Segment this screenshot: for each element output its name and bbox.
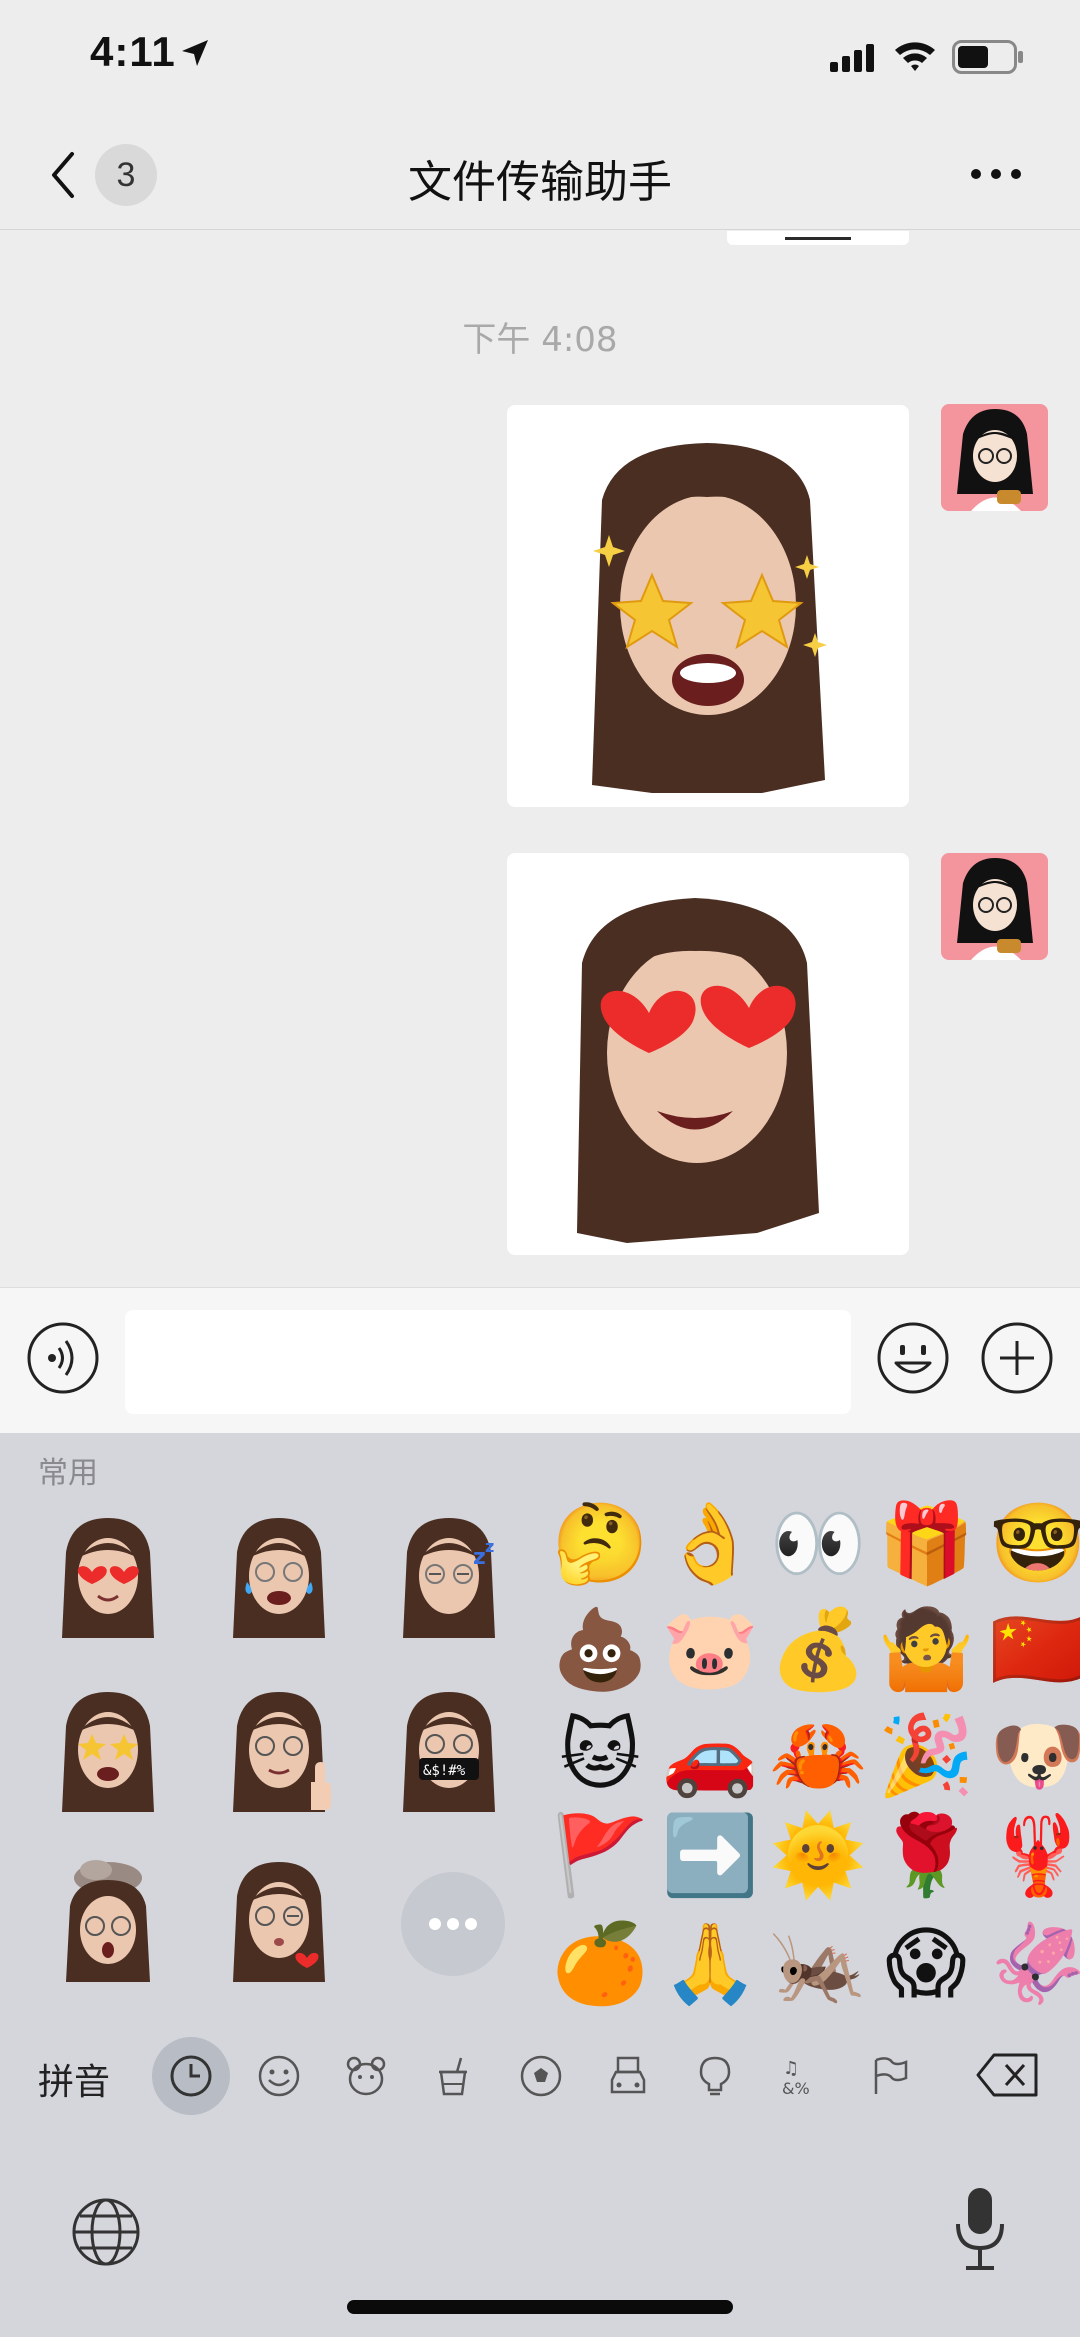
svg-text:&%: &%	[782, 2079, 810, 2098]
memoji-heart-eyes-sticker	[577, 898, 819, 1243]
category-travel[interactable]	[589, 2037, 667, 2115]
home-indicator	[347, 2300, 733, 2314]
memoji-thumbs-up[interactable]	[223, 1686, 335, 1816]
category-food[interactable]	[414, 2037, 492, 2115]
avatar-illustration	[957, 858, 1033, 960]
globe-icon[interactable]	[70, 2196, 142, 2268]
emoji-nerd[interactable]: 🤓	[988, 1494, 1080, 1594]
emoji-crab[interactable]: 🦀	[768, 1706, 868, 1806]
memoji-star-eyes-sticker	[592, 443, 827, 793]
previous-message-line	[785, 237, 851, 240]
memoji-cursing[interactable]: &$!#%	[393, 1686, 505, 1816]
wifi-icon	[895, 42, 935, 71]
ellipsis-icon	[429, 1918, 477, 1930]
emoji-right-arrow[interactable]: ➡️	[660, 1806, 760, 1906]
memoji-heart-eyes[interactable]	[52, 1512, 164, 1642]
emoji-gift[interactable]: 🎁	[876, 1494, 976, 1594]
emoji-flag-china[interactable]: 🇨🇳	[988, 1600, 1080, 1700]
nav-bar: 3 文件传输助手	[0, 120, 1080, 230]
smiley-icon	[258, 2055, 300, 2097]
more-stickers-button[interactable]	[401, 1872, 505, 1976]
memoji-star-struck[interactable]	[52, 1686, 164, 1816]
battery-icon	[952, 40, 1023, 74]
avatar[interactable]	[941, 853, 1048, 960]
add-icon[interactable]	[980, 1321, 1054, 1395]
category-symbols[interactable]: ♫ &%	[763, 2037, 841, 2115]
flag-icon	[874, 2057, 908, 2094]
emoji-squid[interactable]: 🦑	[988, 1914, 1080, 2014]
memoji-sleeping[interactable]: z z	[393, 1512, 505, 1642]
emoji-triangular-flag[interactable]: 🚩	[550, 1806, 650, 1906]
emoji-poop[interactable]: 💩	[550, 1600, 650, 1700]
emoji-money-bag[interactable]: 💰	[768, 1600, 868, 1700]
emoji-car[interactable]: 🚗	[660, 1706, 760, 1806]
more-options-icon[interactable]	[970, 164, 1022, 184]
category-animals[interactable]	[327, 2037, 405, 2115]
emoji-sun-face[interactable]: 🌞	[768, 1806, 868, 1906]
symbol-icon: ♫&%	[782, 2058, 810, 2098]
chat-timestamp: 下午 4:08	[462, 320, 618, 360]
emoji-rose[interactable]: 🌹	[876, 1806, 976, 1906]
category-activity[interactable]	[502, 2037, 580, 2115]
emoji-ok-hand[interactable]: 👌	[660, 1494, 760, 1594]
microphone-icon[interactable]	[952, 2186, 1008, 2272]
memoji-mind-blown[interactable]	[52, 1856, 164, 1986]
avatar-illustration	[957, 409, 1033, 511]
svg-text:z: z	[473, 1545, 486, 1570]
animal-icon	[346, 2056, 386, 2096]
category-flags[interactable]	[851, 2037, 929, 2115]
travel-icon	[610, 2056, 646, 2094]
pinyin-key[interactable]: 拼音	[38, 2053, 110, 2105]
emoji-dog[interactable]: 🐶	[988, 1706, 1080, 1806]
memoji-kissing-heart[interactable]	[223, 1856, 335, 1986]
sticker-message-star-eyes[interactable]	[507, 405, 909, 807]
page-title: 文件传输助手	[408, 157, 672, 208]
category-smileys[interactable]	[240, 2037, 318, 2115]
message-input[interactable]	[125, 1310, 851, 1414]
emoji-lobster[interactable]: 🦞	[988, 1806, 1080, 1906]
sticker-message-heart-eyes[interactable]	[507, 853, 909, 1255]
location-arrow-icon	[182, 40, 208, 66]
emoji-tangerine[interactable]: 🍊	[550, 1914, 650, 2014]
object-icon	[699, 2056, 731, 2096]
svg-text:♫: ♫	[783, 2058, 799, 2079]
status-time: 4:11	[90, 28, 176, 75]
input-bar	[0, 1287, 1080, 1433]
voice-input-icon[interactable]	[26, 1321, 100, 1395]
emoji-icon[interactable]	[876, 1321, 950, 1395]
emoji-screaming[interactable]: 😱	[876, 1914, 976, 2014]
emoji-eyes[interactable]: 👀	[768, 1494, 868, 1594]
food-icon	[439, 2057, 467, 2096]
emoji-pig[interactable]: 🐷	[660, 1600, 760, 1700]
category-recent[interactable]	[152, 2037, 230, 2115]
emoji-folded-hands[interactable]: 🙏	[660, 1914, 760, 2014]
category-objects[interactable]	[676, 2037, 754, 2115]
emoji-category-bar: 拼音 ♫ &%	[0, 2025, 1080, 2125]
emoji-cat[interactable]: 🐱	[550, 1706, 650, 1806]
emoji-party-popper[interactable]: 🎉	[876, 1706, 976, 1806]
svg-text:&$!#%: &$!#%	[423, 1763, 466, 1779]
memoji-tears-of-joy[interactable]	[223, 1512, 335, 1642]
recent-icon	[170, 2055, 212, 2097]
ball-icon	[520, 2055, 562, 2097]
section-label-frequent: 常用	[38, 1456, 98, 1491]
avatar[interactable]	[941, 404, 1048, 511]
signal-icon	[830, 44, 874, 72]
emoji-thinking[interactable]: 🤔	[550, 1494, 650, 1594]
svg-text:z: z	[485, 1537, 494, 1556]
emoji-shrug[interactable]: 🤷	[876, 1600, 976, 1700]
emoji-cricket[interactable]: 🦗	[768, 1914, 868, 2014]
delete-icon[interactable]	[976, 2053, 1040, 2097]
status-bar: 4:11	[0, 0, 1080, 120]
